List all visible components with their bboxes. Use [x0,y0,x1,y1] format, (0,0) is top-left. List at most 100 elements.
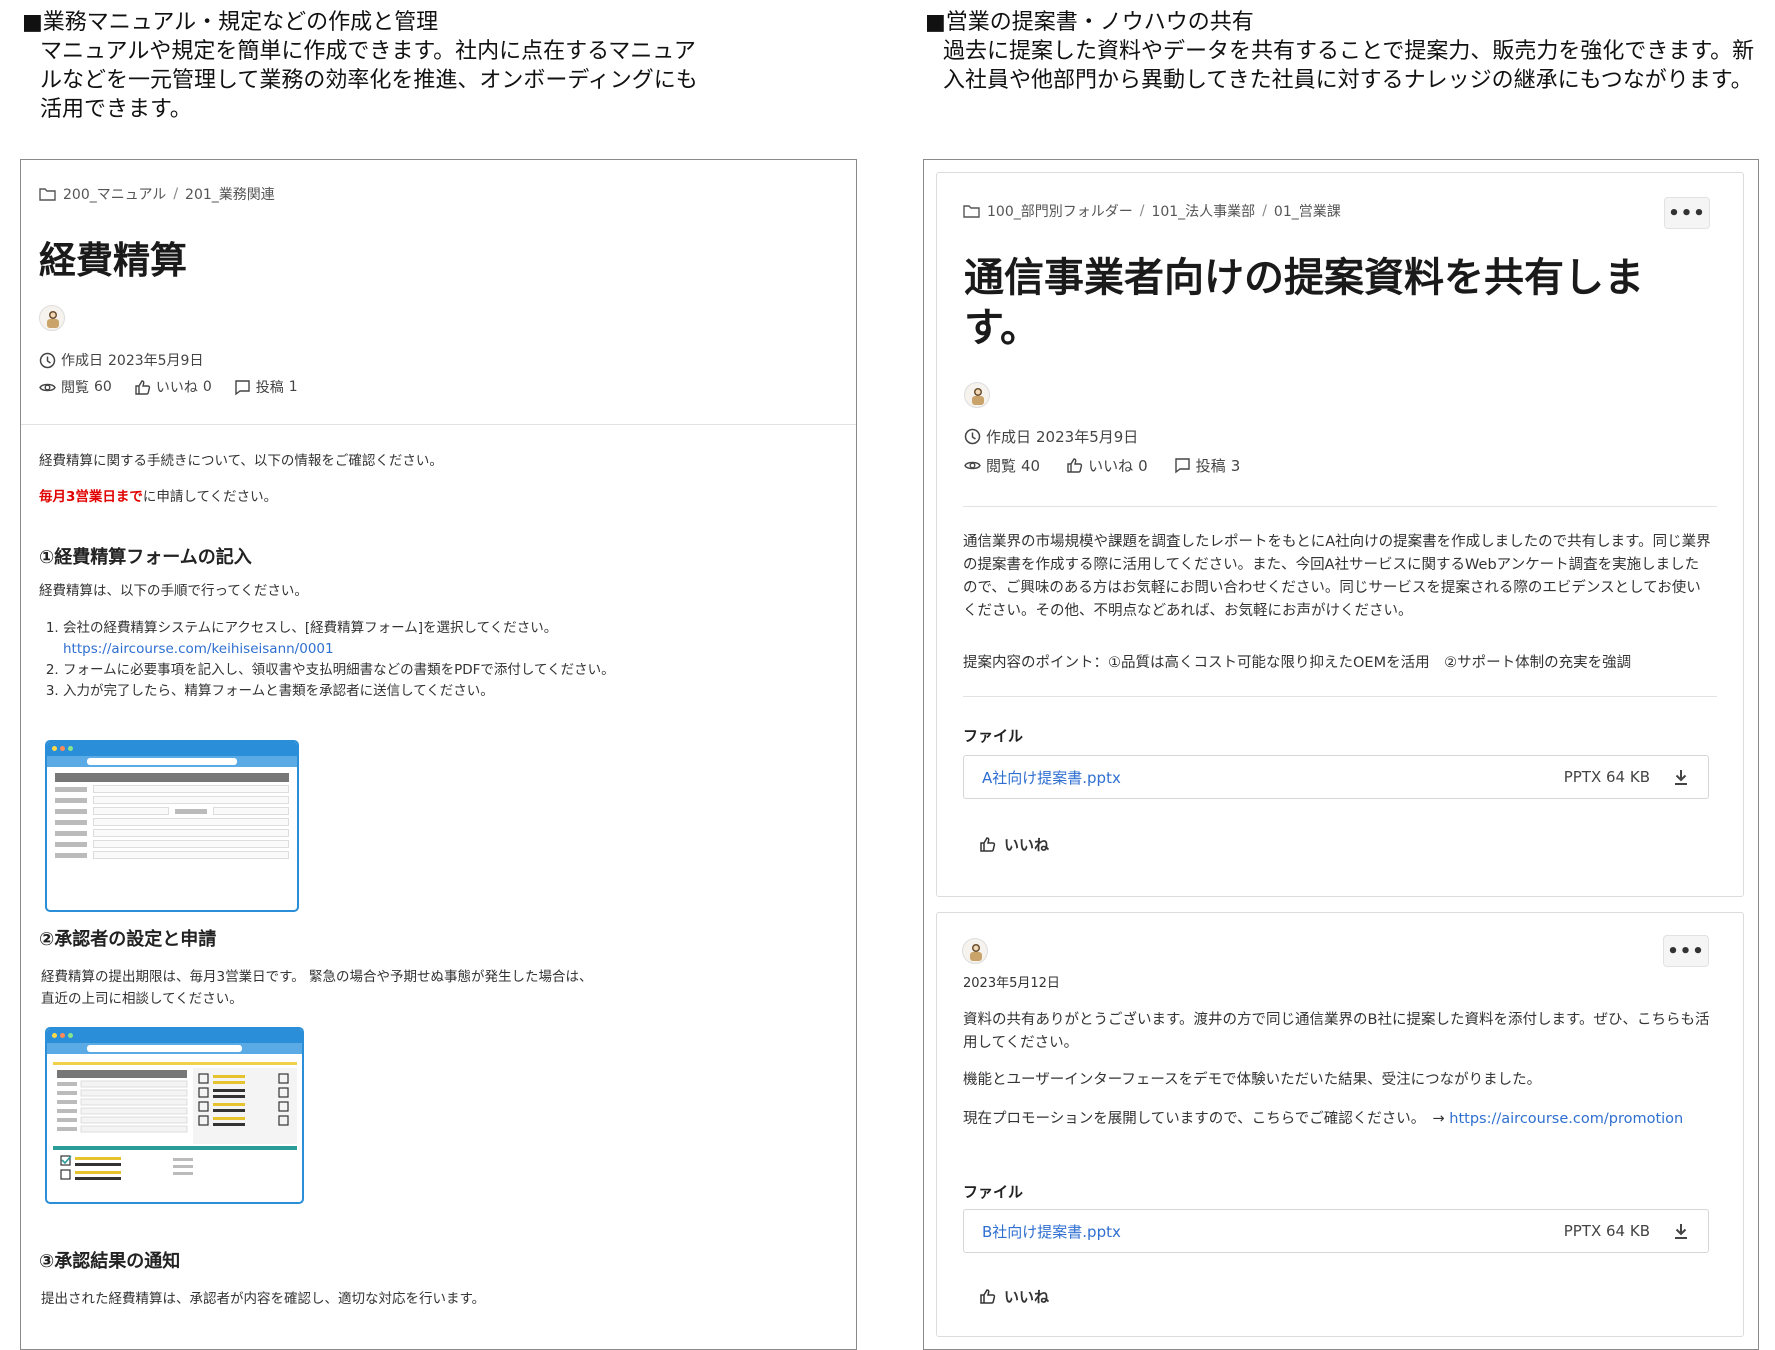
comment-text-2: 機能とユーザーインターフェースをデモで体験いただいた結果、受注につながりました。 [963,1072,1542,1088]
breadcrumb-item-corporate[interactable]: 101_法人事業部 [1151,201,1255,221]
promotion-link[interactable]: https://aircourse.com/promotion [1449,1111,1683,1127]
section-3-text: 提出された経費精算は、承認者が内容を確認し、適切な対応を行います。 [41,1291,486,1307]
intro-text: 経費精算に関する手続きについて、以下の情報をご確認ください。 [39,453,443,469]
comment-date: 2023年5月12日 [963,976,1060,991]
caption-right-description: 過去に提案した資料やデータを共有することで提案力、販売力を強化できます。新入社員… [943,39,1755,93]
posts-label: 投稿 [255,380,284,396]
breadcrumb-separator: / [173,186,179,202]
section-heading-2: ②承認者の設定と申請 [39,929,217,950]
avatar-icon[interactable] [962,938,988,964]
comment-icon [235,379,250,395]
file-name-link[interactable]: A社向け提案書.pptx [982,767,1564,788]
posts-count: 3 [1230,456,1241,475]
caption-right-title: ■営業の提案書・ノウハウの共有 [925,10,1254,35]
created-date-row: 作成日 2023年5月9日 [964,426,1138,447]
breadcrumb: 200_マニュアル / 201_業務関連 [39,184,275,204]
divider [21,424,856,425]
avatar-icon[interactable] [964,382,990,408]
avatar-icon[interactable] [39,305,65,331]
checklist-illustration-image [45,1027,304,1204]
likes-stat[interactable]: いいね 0 [134,377,212,397]
like-label: いいね [1004,836,1050,854]
caption-right: ■営業の提案書・ノウハウの共有 過去に提案した資料やデータを共有することで提案力… [925,8,1755,95]
created-date: 2023年5月9日 [108,353,204,369]
folder-icon [963,205,980,218]
breadcrumb-separator: / [1262,203,1267,219]
deadline-highlight: 毎月3営業日まで [39,489,143,505]
deadline-text: 毎月3営業日までに申請してください。 [39,486,277,508]
breadcrumb-item-manual[interactable]: 200_マニュアル [63,184,166,204]
comment-icon [1174,458,1190,474]
posts-stat[interactable]: 投稿 1 [234,377,298,397]
views-label: 閲覧 [61,380,89,396]
likes-count: 0 [202,379,212,395]
file-name-link[interactable]: B社向け提案書.pptx [982,1221,1564,1242]
caption-left: ■業務マニュアル・規定などの作成と管理 マニュアルや規定を簡単に作成できます。社… [22,8,712,124]
thumbs-up-icon [980,837,996,852]
created-label: 作成日 [61,353,103,369]
posts-stat[interactable]: 投稿 3 [1174,455,1241,476]
eye-icon [39,383,56,391]
thumbs-up-icon [135,379,150,395]
caption-left-description: マニュアルや規定を簡単に作成できます。社内に点在するマニュアルなどを一元管理して… [40,39,698,122]
steps-list: 会社の経費精算システムにアクセスし、[経費精算フォーム]を選択してください。 h… [43,618,843,702]
page-title: 経費精算 [39,239,187,282]
more-icon[interactable]: ••• [1664,197,1710,229]
like-label: いいね [1004,1288,1050,1306]
expense-system-link[interactable]: https://aircourse.com/keihiseisann/0001 [63,641,334,657]
like-button[interactable]: いいね [979,1286,1049,1307]
download-icon[interactable] [1672,1222,1690,1240]
views-stat: 閲覧 40 [964,455,1040,476]
section-heading-1: ①経費精算フォームの記入 [39,547,252,568]
like-button[interactable]: いいね [979,834,1049,855]
breadcrumb-item-sales[interactable]: 01_営業課 [1274,201,1341,221]
files-heading: ファイル [963,727,1024,745]
section-heading-3: ③承認結果の通知 [39,1251,181,1272]
file-size: PPTX 64 KB [1563,768,1650,786]
breadcrumb: 100_部門別フォルダー / 101_法人事業部 / 01_営業課 [963,201,1341,221]
page-title: 通信事業者向けの提案資料を共有します。 [964,255,1644,351]
file-attachment-a[interactable]: A社向け提案書.pptx PPTX 64 KB [963,755,1709,799]
likes-stat[interactable]: いいね 0 [1066,455,1148,476]
form-illustration-image [45,740,299,912]
clock-icon [964,428,981,445]
deadline-rest: に申請してください。 [142,489,278,505]
more-icon[interactable]: ••• [1663,935,1709,967]
posts-count: 1 [288,379,298,395]
thumbs-up-icon [1067,458,1083,473]
post-card: 100_部門別フォルダー / 101_法人事業部 / 01_営業課 ••• 通信… [936,172,1744,897]
likes-count: 0 [1138,456,1148,475]
divider [963,696,1717,697]
comment-text-1: 資料の共有ありがとうございます。渡井の方で同じ通信業界のB社に提案した資料を添付… [963,1012,1710,1051]
created-date-row: 作成日 2023年5月9日 [39,350,203,370]
views-label: 閲覧 [986,457,1017,475]
clock-icon [39,352,56,368]
comment-text-3-body: 現在プロモーションを展開していますので、こちらでご確認ください。 → [963,1111,1445,1127]
eye-icon [964,461,981,470]
comment-text-3: 現在プロモーションを展開していますので、こちらでご確認ください。 → https… [963,1108,1713,1131]
breadcrumb-item-department[interactable]: 100_部門別フォルダー [987,201,1133,221]
proposal-points-text: 提案内容のポイント：①品質は高くコスト可能な限り抑えたOEMを活用 ②サポート体… [963,655,1632,671]
download-icon[interactable] [1672,768,1690,786]
stats-row: 閲覧 40 いいね 0 投稿 3 [964,455,1240,476]
folder-icon [39,188,56,201]
posts-label: 投稿 [1195,457,1226,475]
post-body-text: 通信業界の市場規模や課題を調査したレポートをもとにA社向けの提案書を作成しました… [963,534,1711,619]
caption-left-title: ■業務マニュアル・規定などの作成と管理 [22,10,439,35]
divider [963,506,1717,507]
step-item: フォームに必要事項を記入し、領収書や支払明細書などの書類をPDFで添付してくださ… [63,660,843,681]
manual-page-screenshot: 200_マニュアル / 201_業務関連 経費精算 作成日 2023年5月9日 … [20,159,857,1350]
step-3-text: 入力が完了したら、精算フォームと書類を承認者に送信してください。 [63,683,494,699]
file-attachment-b[interactable]: B社向け提案書.pptx PPTX 64 KB [963,1209,1709,1253]
section-2-text-line-1: 経費精算の提出期限は、毎月3営業日です。 緊急の場合や予期せぬ事態が発生した場合… [41,969,593,985]
breadcrumb-item-business[interactable]: 201_業務関連 [185,184,275,204]
breadcrumb-separator: / [1139,203,1145,219]
step-2-text: フォームに必要事項を記入し、領収書や支払明細書などの書類をPDFで添付してくださ… [63,662,615,678]
views-stat: 閲覧 60 [39,377,112,397]
stats-row: 閲覧 60 いいね 0 投稿 1 [39,377,298,397]
likes-label: いいね [155,380,198,396]
files-heading: ファイル [963,1183,1024,1201]
views-count: 40 [1021,456,1041,475]
step-item: 入力が完了したら、精算フォームと書類を承認者に送信してください。 [63,681,843,702]
step-item: 会社の経費精算システムにアクセスし、[経費精算フォーム]を選択してください。 h… [63,618,843,660]
